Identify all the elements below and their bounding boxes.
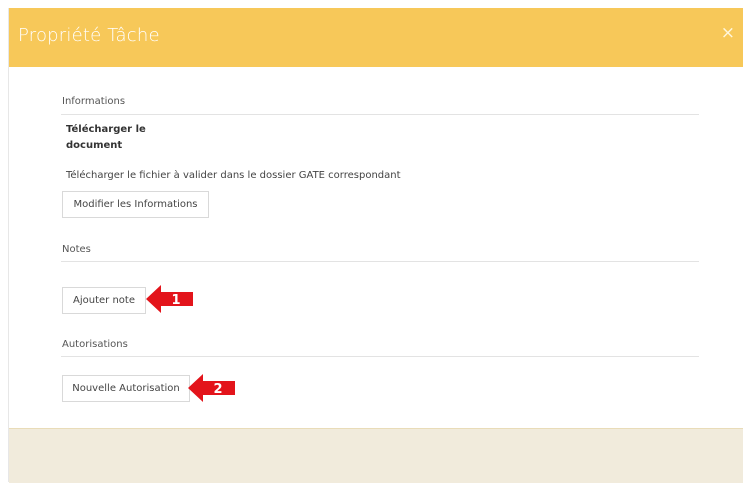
modal-footer	[9, 428, 743, 483]
task-properties-modal: Propriété Tâche × Informations Télécharg…	[8, 8, 743, 483]
add-note-button[interactable]: Ajouter note	[62, 287, 146, 314]
section-divider	[61, 114, 699, 115]
annotation-number-2: 2	[213, 382, 222, 397]
section-title-autorisations: Autorisations	[62, 339, 128, 350]
section-divider	[61, 261, 699, 262]
new-authorization-button[interactable]: Nouvelle Autorisation	[62, 375, 190, 402]
close-icon[interactable]: ×	[721, 23, 735, 43]
annotation-number-1: 1	[171, 293, 180, 308]
edit-informations-button[interactable]: Modifier les Informations	[62, 191, 209, 218]
task-name-line-1: Télécharger le	[66, 124, 146, 135]
task-name: Télécharger le document	[66, 122, 186, 154]
task-description: Télécharger le fichier à valider dans le…	[66, 170, 401, 181]
modal-header: Propriété Tâche ×	[9, 8, 743, 67]
section-title-informations: Informations	[62, 96, 126, 107]
annotation-arrow-2-icon: 2	[188, 374, 235, 402]
modal-title: Propriété Tâche	[18, 25, 160, 46]
section-title-notes: Notes	[62, 244, 91, 255]
task-name-line-2: document	[66, 140, 123, 151]
annotation-arrow-1-icon: 1	[146, 285, 193, 313]
section-divider	[61, 356, 699, 357]
